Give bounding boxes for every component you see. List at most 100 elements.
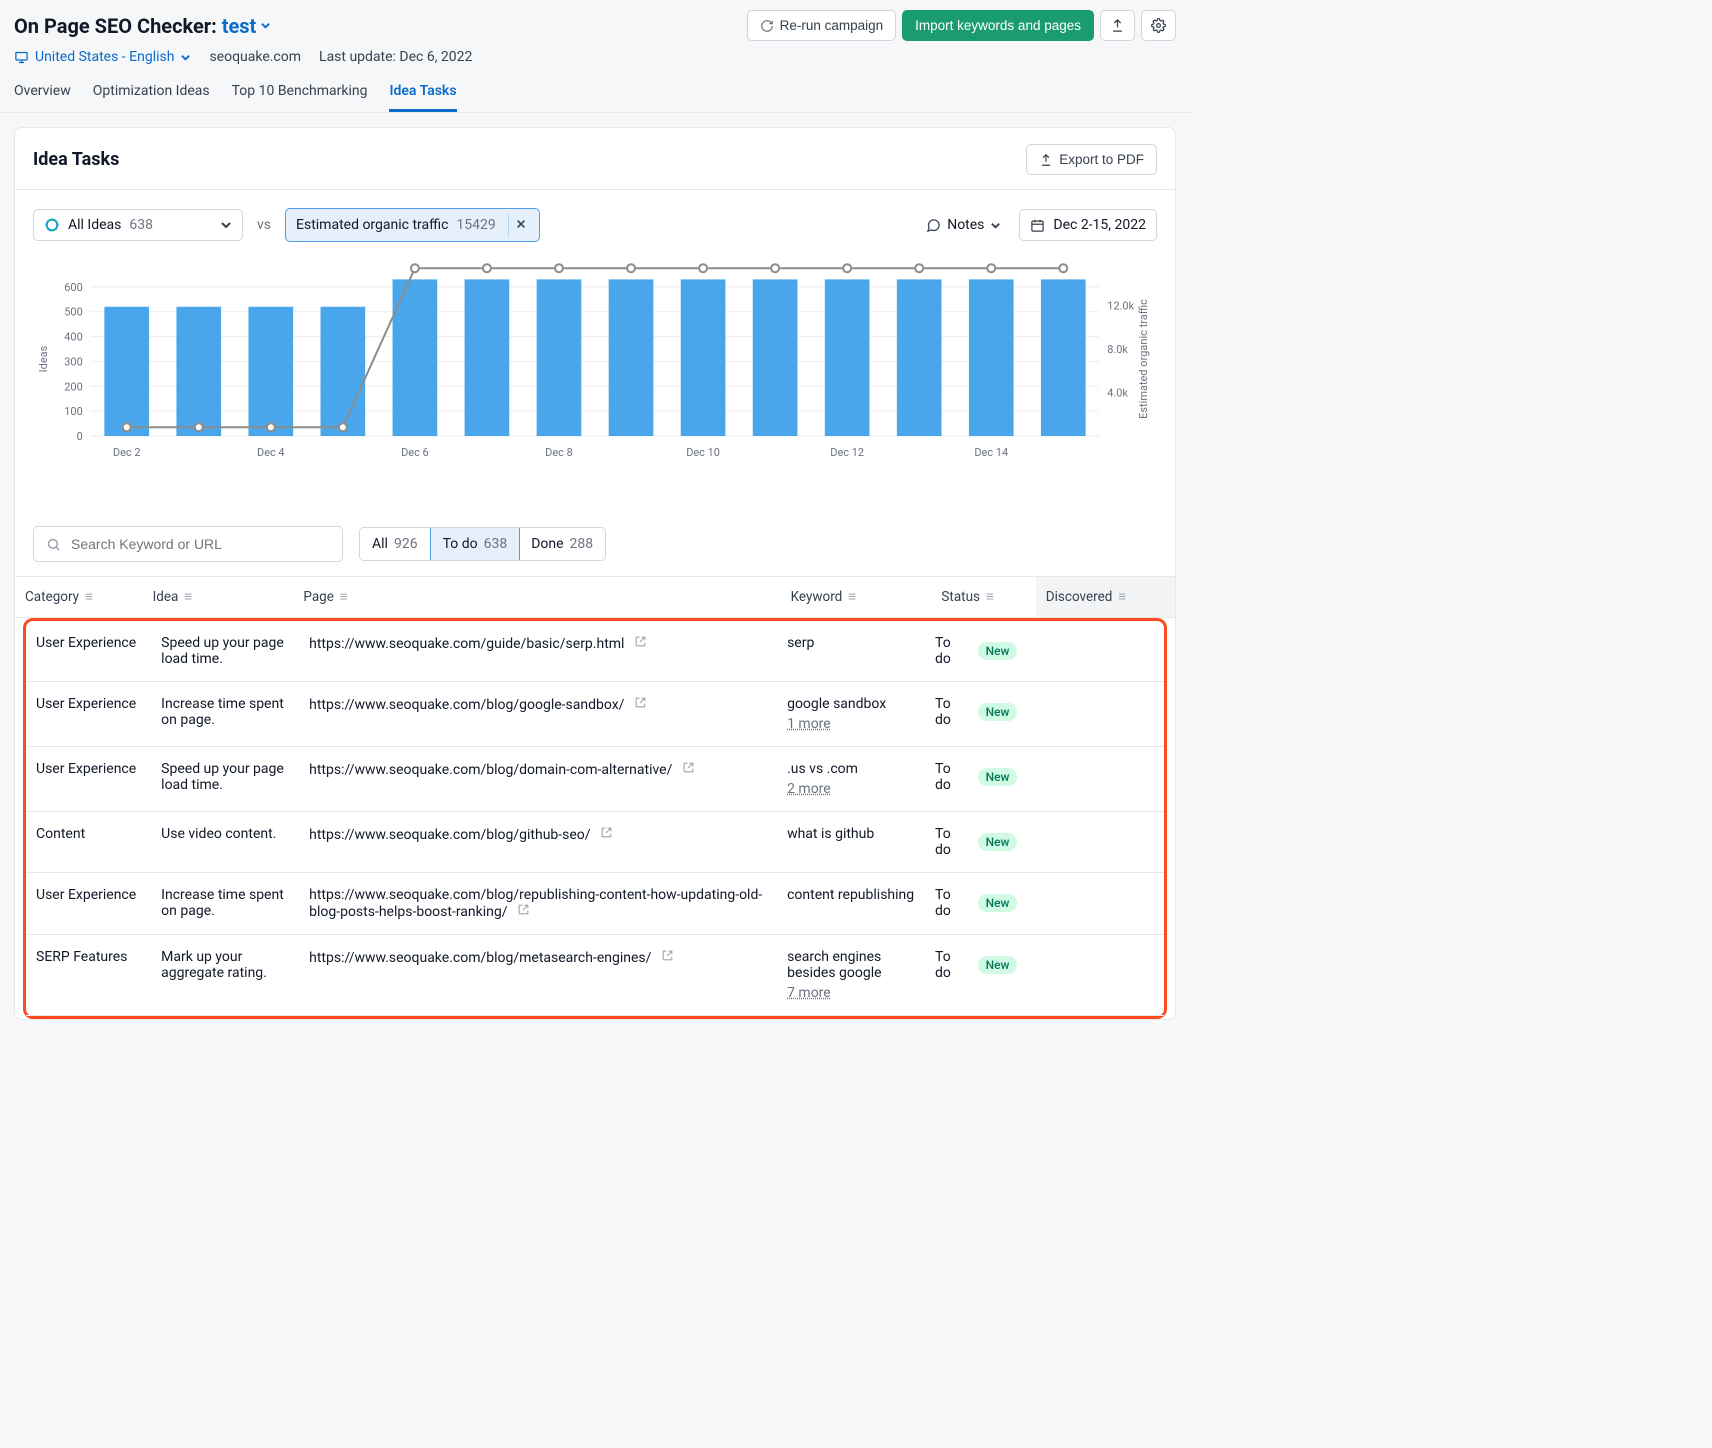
cell-idea: Increase time spent on page. [151,873,299,935]
ideas-dropdown[interactable]: All Ideas 638 [33,209,243,241]
sort-icon: ≡ [85,589,93,605]
cell-status: To doNew [925,873,1027,935]
external-link-icon[interactable] [661,949,674,962]
svg-text:200: 200 [64,380,82,393]
close-icon [516,219,526,229]
filter-done[interactable]: Done288 [519,528,605,560]
cell-keyword: what is github [777,812,925,873]
cell-status: To doNew [925,682,1027,747]
table-row: User ExperienceIncrease time spent on pa… [26,682,1164,747]
external-link-icon[interactable] [600,826,613,839]
svg-text:Dec 12: Dec 12 [830,446,864,459]
cell-keyword: .us vs .com2 more [777,747,925,812]
cell-keyword: google sandbox1 more [777,682,925,747]
more-keywords[interactable]: 1 more [787,716,831,732]
col-category[interactable]: Category≡ [15,577,143,618]
cell-discovered [1027,873,1164,935]
cell-category[interactable]: User Experience [26,873,151,935]
status-badge: New [978,956,1018,974]
calendar-icon [1030,218,1045,233]
tab-optimization-ideas[interactable]: Optimization Ideas [93,75,210,112]
cell-keyword: search engines besides google7 more [777,935,925,1016]
cell-page[interactable]: https://www.seoquake.com/blog/google-san… [299,682,777,747]
traffic-chip[interactable]: Estimated organic traffic 15429 [285,208,540,242]
table-row: ContentUse video content.https://www.seo… [26,812,1164,873]
cell-category[interactable]: SERP Features [26,935,151,1016]
external-link-icon[interactable] [682,761,695,774]
external-link-icon[interactable] [634,696,647,709]
col-keyword[interactable]: Keyword≡ [781,577,932,618]
cell-discovered [1027,621,1164,682]
project-dropdown[interactable]: test [222,14,272,38]
status-badge: New [978,894,1018,912]
location-dropdown[interactable]: United States - English [14,49,191,65]
cell-category[interactable]: User Experience [26,747,151,812]
highlighted-rows: User ExperienceSpeed up your page load t… [23,618,1167,1019]
ideas-chart: 01002003004005006004.0k8.0k12.0kIdeasEst… [33,254,1157,464]
svg-text:Dec 8: Dec 8 [545,446,573,459]
search-field[interactable] [33,526,343,562]
svg-text:8.0k: 8.0k [1107,343,1128,356]
idea-tasks-card: Idea Tasks Export to PDF All Ideas 638 v… [14,127,1176,1020]
more-keywords[interactable]: 7 more [787,985,831,1001]
svg-text:0: 0 [77,430,83,443]
cell-page[interactable]: https://www.seoquake.com/guide/basic/ser… [299,621,777,682]
note-icon [926,218,941,233]
cell-category[interactable]: User Experience [26,621,151,682]
svg-text:4.0k: 4.0k [1107,386,1128,399]
tool-name: On Page SEO Checker: [14,14,217,38]
notes-dropdown[interactable]: Notes [918,211,1009,239]
ideas-table-body: User ExperienceSpeed up your page load t… [26,621,1164,1016]
upload-icon [1039,153,1053,167]
tab-idea-tasks[interactable]: Idea Tasks [389,75,456,112]
sort-icon: ≡ [340,589,348,605]
cell-status: To doNew [925,935,1027,1016]
cell-category[interactable]: Content [26,812,151,873]
export-icon-button[interactable] [1100,10,1135,41]
table-row: SERP FeaturesMark up your aggregate rati… [26,935,1164,1016]
search-input[interactable] [69,535,330,553]
col-status[interactable]: Status≡ [931,577,1035,618]
filter-todo[interactable]: To do638 [430,527,521,561]
chip-remove[interactable] [508,214,533,236]
cell-page[interactable]: https://www.seoquake.com/blog/domain-com… [299,747,777,812]
cell-status: To doNew [925,812,1027,873]
svg-text:400: 400 [64,331,82,344]
svg-text:Dec 6: Dec 6 [401,446,429,459]
cell-category[interactable]: User Experience [26,682,151,747]
external-link-icon[interactable] [634,635,647,648]
settings-button[interactable] [1141,10,1176,41]
search-icon [46,537,61,552]
chevron-down-icon [220,219,232,231]
table-row: User ExperienceSpeed up your page load t… [26,621,1164,682]
main-tabs: Overview Optimization Ideas Top 10 Bench… [0,65,1190,113]
cell-idea: Speed up your page load time. [151,621,299,682]
upload-icon [1110,18,1125,33]
more-keywords[interactable]: 2 more [787,781,831,797]
svg-text:600: 600 [64,281,82,294]
cell-status: To doNew [925,621,1027,682]
svg-text:500: 500 [64,306,82,319]
date-range-picker[interactable]: Dec 2-15, 2022 [1019,209,1157,241]
cell-page[interactable]: https://www.seoquake.com/blog/github-seo… [299,812,777,873]
cell-page[interactable]: https://www.seoquake.com/blog/metasearch… [299,935,777,1016]
all-ideas-ring-icon [44,217,60,233]
chevron-down-icon [180,52,191,63]
tab-overview[interactable]: Overview [14,75,71,112]
cell-page[interactable]: https://www.seoquake.com/blog/republishi… [299,873,777,935]
col-idea[interactable]: Idea≡ [143,577,294,618]
import-button[interactable]: Import keywords and pages [902,10,1094,41]
filter-all[interactable]: All926 [360,528,431,560]
cell-discovered [1027,747,1164,812]
tab-top10-benchmarking[interactable]: Top 10 Benchmarking [232,75,368,112]
last-update-label: Last update: Dec 6, 2022 [319,49,472,65]
col-discovered[interactable]: Discovered≡ [1036,577,1175,618]
export-pdf-button[interactable]: Export to PDF [1026,144,1157,175]
external-link-icon[interactable] [517,903,530,916]
gear-icon [1151,18,1166,33]
rerun-button[interactable]: Re-run campaign [747,10,897,41]
svg-text:Dec 2: Dec 2 [113,446,141,459]
status-badge: New [978,833,1018,851]
col-page[interactable]: Page≡ [293,577,780,618]
svg-text:100: 100 [64,405,82,418]
